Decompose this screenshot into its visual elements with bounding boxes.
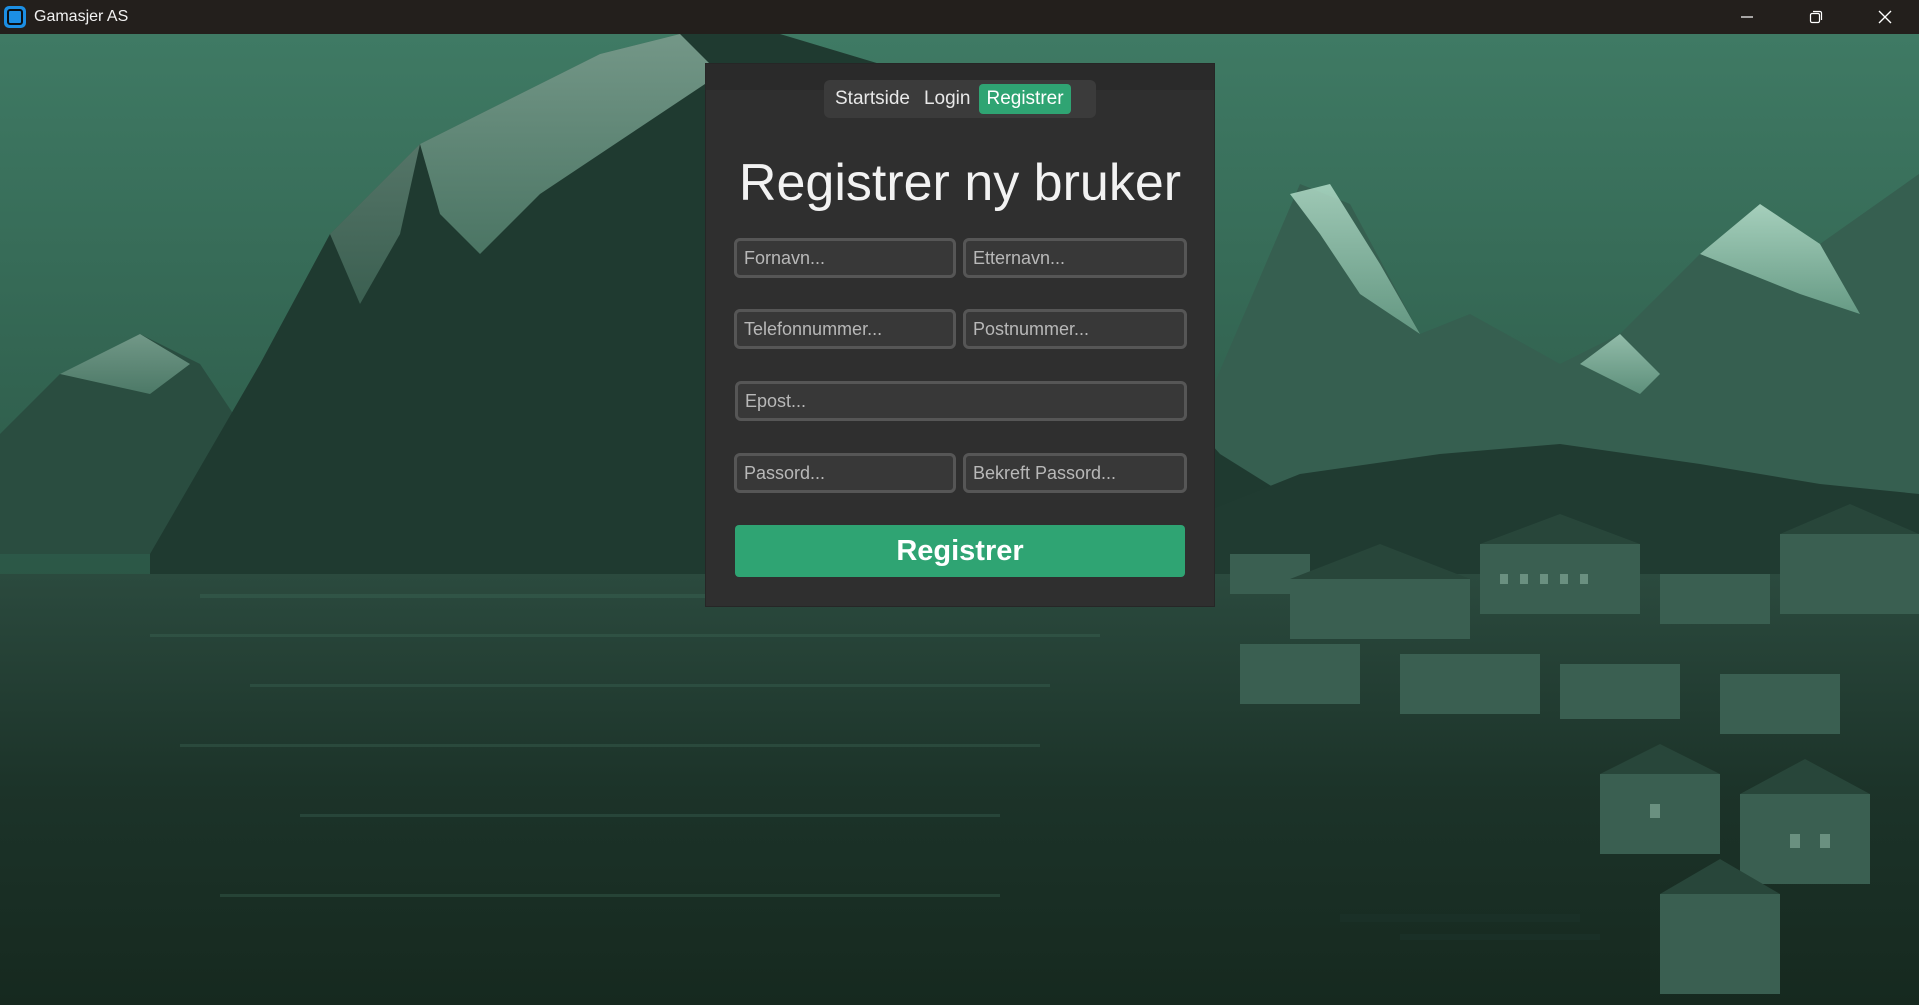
restore-button[interactable] <box>1781 0 1850 34</box>
email-field[interactable] <box>735 381 1187 421</box>
postal-code-field[interactable] <box>963 309 1187 349</box>
first-name-field[interactable] <box>734 238 956 278</box>
app-icon <box>4 6 26 28</box>
nav-bar: Startside Login Registrer <box>824 80 1096 118</box>
phone-field[interactable] <box>734 309 956 349</box>
title-bar[interactable]: Gamasjer AS <box>0 0 1919 34</box>
window-title: Gamasjer AS <box>34 8 129 25</box>
password-field[interactable] <box>734 453 956 493</box>
nav-item-registrer[interactable]: Registrer <box>979 84 1071 114</box>
minimize-icon <box>1740 16 1753 18</box>
nav-item-login[interactable]: Login <box>917 84 978 114</box>
nav-item-startside[interactable]: Startside <box>828 84 917 114</box>
app-window: Gamasjer AS Startside Login Registrer Re… <box>0 0 1919 1005</box>
register-panel: Startside Login Registrer Registrer ny b… <box>706 64 1214 606</box>
minimize-button[interactable] <box>1712 0 1781 34</box>
last-name-field[interactable] <box>963 238 1187 278</box>
confirm-password-field[interactable] <box>963 453 1187 493</box>
page-title: Registrer ny bruker <box>738 154 1182 212</box>
register-button[interactable]: Registrer <box>735 525 1185 577</box>
close-button[interactable] <box>1850 0 1919 34</box>
close-icon <box>1878 10 1891 24</box>
restore-icon <box>1809 10 1822 24</box>
window-controls <box>1712 0 1919 34</box>
